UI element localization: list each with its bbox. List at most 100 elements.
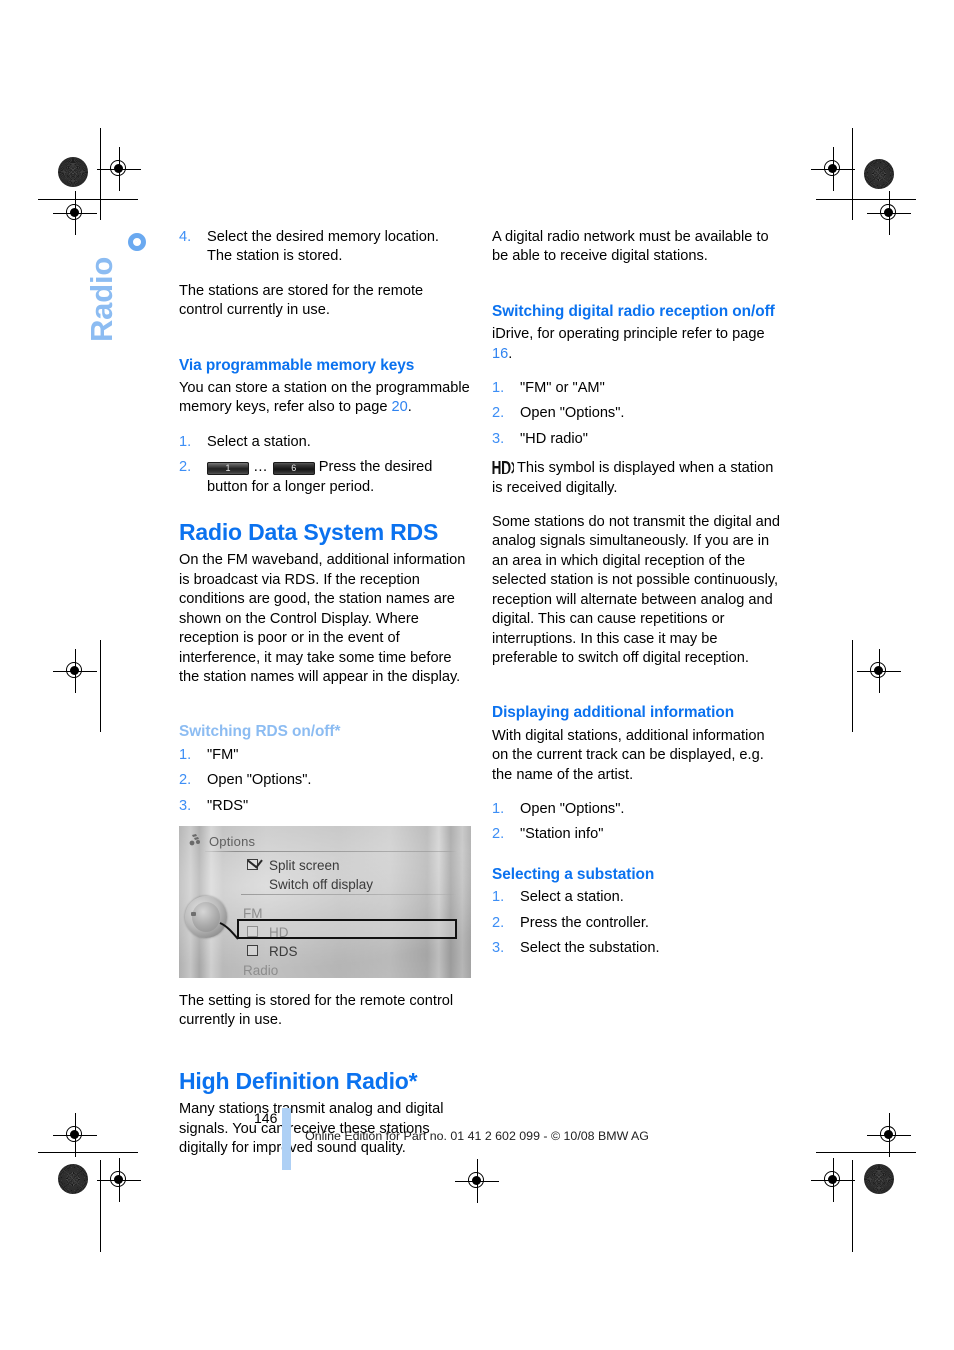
menu-item-label: RDS	[269, 943, 298, 959]
list-item: 2. "Station info"	[492, 825, 784, 844]
menu-item-split-screen[interactable]: Split screen	[243, 856, 463, 875]
list-item: 1. "FM"	[179, 746, 471, 765]
list-item: 3. "RDS"	[179, 797, 471, 816]
step-number: 1.	[492, 380, 505, 397]
step-number: 1.	[492, 889, 505, 906]
rosette-mark-bottom-left	[58, 1164, 88, 1194]
step-text: "Station info"	[520, 826, 604, 843]
paragraph-hd-symbol-note: This symbol is displayed when a station …	[492, 459, 784, 498]
registration-mark-bottom-center	[455, 1159, 499, 1203]
step-text: Select a station.	[520, 889, 624, 906]
continued-step-list: 4. Select the desired memory location. T…	[179, 228, 471, 267]
screenshot-selection-highlight	[237, 918, 457, 939]
crop-rule-mid-left	[100, 640, 101, 732]
paragraph-idrive-principle: iDrive, for operating principle refer to…	[492, 325, 784, 364]
step-line-1: Select the desired memory location.	[207, 229, 439, 245]
page-reference-link-20[interactable]: 20	[392, 399, 408, 415]
step-number: 3.	[492, 430, 505, 447]
step-number: 2.	[492, 405, 505, 422]
list-item: 2. Press the controller.	[492, 914, 784, 933]
rds-switching-step-list: 1. "FM" 2. Open "Options". 3. "RDS"	[179, 746, 471, 816]
crop-rule-top-right	[852, 128, 853, 220]
step-text: Press the controller.	[520, 914, 649, 931]
registration-mark-mid-right	[857, 649, 901, 693]
step-number: 2.	[179, 459, 192, 476]
screenshot-divider-top	[205, 850, 457, 852]
menu-item-label: Split screen	[269, 857, 340, 873]
screenshot-title: Options	[209, 833, 256, 849]
step-number: 1.	[179, 433, 192, 450]
list-item: 2. Open "Options".	[179, 771, 471, 790]
footer-imprint: Online Edition for Part no. 01 41 2 602 …	[305, 1129, 649, 1143]
intro-text-before-link: iDrive, for operating principle refer to…	[492, 326, 765, 343]
chapter-side-tab-label: Radio	[84, 256, 119, 342]
registration-mark-top-right-b	[867, 191, 911, 235]
intro-text-before-link: You can store a station on the programma…	[179, 380, 470, 416]
crop-rule-bottom-right	[852, 1160, 853, 1252]
step-text: "FM" or "AM"	[520, 380, 605, 397]
screenshot-menu-list: Split screen Switch off display FM HD RD…	[243, 856, 463, 978]
menu-item-label: Switch off display	[269, 876, 374, 892]
list-item: 1. Select a station.	[179, 433, 471, 452]
right-column: A digital radio network must be availabl…	[492, 228, 784, 958]
crop-rule-left-top	[38, 199, 138, 200]
rosette-mark-top-left	[58, 157, 88, 187]
list-item: 3. "HD radio"	[492, 430, 784, 449]
crop-rule-left-bottom	[38, 1152, 138, 1153]
checkbox-unchecked-icon[interactable]	[247, 944, 258, 956]
step-number: 2.	[492, 826, 505, 843]
list-item: 1. Select a station.	[492, 888, 784, 907]
left-column: 4. Select the desired memory location. T…	[179, 228, 471, 1158]
step-text: Open "Options".	[520, 800, 625, 817]
page-reference-link-16[interactable]: 16	[492, 346, 508, 362]
page-number: 146	[254, 1110, 278, 1126]
list-item: 2. Open "Options".	[492, 404, 784, 423]
paragraph-rds-description: On the FM waveband, additional informati…	[179, 552, 466, 685]
step-number: 1.	[179, 746, 192, 763]
rosette-mark-top-right	[864, 159, 894, 189]
registration-mark-mid-left	[53, 649, 97, 693]
step-text: Open "Options".	[520, 405, 625, 422]
step-text: Open "Options".	[207, 772, 312, 789]
paragraph-rds-setting-stored: The setting is stored for the remote con…	[179, 992, 454, 1029]
step-number: 1.	[492, 800, 505, 817]
registration-mark-top-left-a	[97, 147, 141, 191]
step-number: 3.	[492, 939, 505, 956]
paragraph-alternating-reception: Some stations do not transmit the digita…	[492, 514, 780, 666]
step-text: Select a station.	[207, 433, 311, 450]
screenshot-divider-middle	[241, 893, 457, 895]
list-item: 4. Select the desired memory location. T…	[179, 228, 471, 267]
section-heading-radio-data-system-rds: Radio Data System RDS	[179, 519, 439, 546]
subheading-via-programmable-memory-keys: Via programmable memory keys	[179, 356, 415, 374]
digital-reception-step-list: 1. "FM" or "AM" 2. Open "Options". 3. "H…	[492, 379, 784, 449]
step-text: "HD radio"	[520, 430, 588, 447]
step-number: 4.	[179, 229, 192, 245]
list-item: 1. Open "Options".	[492, 800, 784, 819]
hd-radio-icon	[492, 461, 514, 475]
registration-mark-bottom-left-b	[97, 1158, 141, 1202]
crop-rule-bottom-left	[100, 1160, 101, 1252]
step-number: 2.	[179, 772, 192, 789]
step-text: "FM"	[207, 746, 239, 763]
menu-item-radio-label: Radio	[243, 961, 463, 978]
hd-symbol-note-text: This symbol is displayed when a station …	[492, 460, 774, 496]
menu-item-rds[interactable]: RDS	[243, 942, 463, 961]
crop-rule-top-left	[100, 128, 101, 220]
intro-text-after-link: .	[508, 345, 513, 362]
registration-mark-bottom-right-b	[811, 1158, 855, 1202]
list-item: 3. Select the substation.	[492, 939, 784, 958]
menu-item-switch-off-display[interactable]: Switch off display	[243, 875, 463, 894]
checkbox-checked-icon[interactable]	[247, 858, 258, 870]
paragraph-additional-info: With digital stations, additional inform…	[492, 727, 765, 783]
step-number: 2.	[492, 914, 505, 931]
blue-dot-mark-top-left	[128, 233, 146, 251]
list-item: 1. "FM" or "AM"	[492, 379, 784, 398]
manual-page: Radio 4. Select the desired memory locat…	[0, 0, 954, 1350]
idrive-options-screenshot: Options Split screen Switch off display …	[179, 825, 471, 978]
callout-pointer-line	[219, 922, 239, 940]
